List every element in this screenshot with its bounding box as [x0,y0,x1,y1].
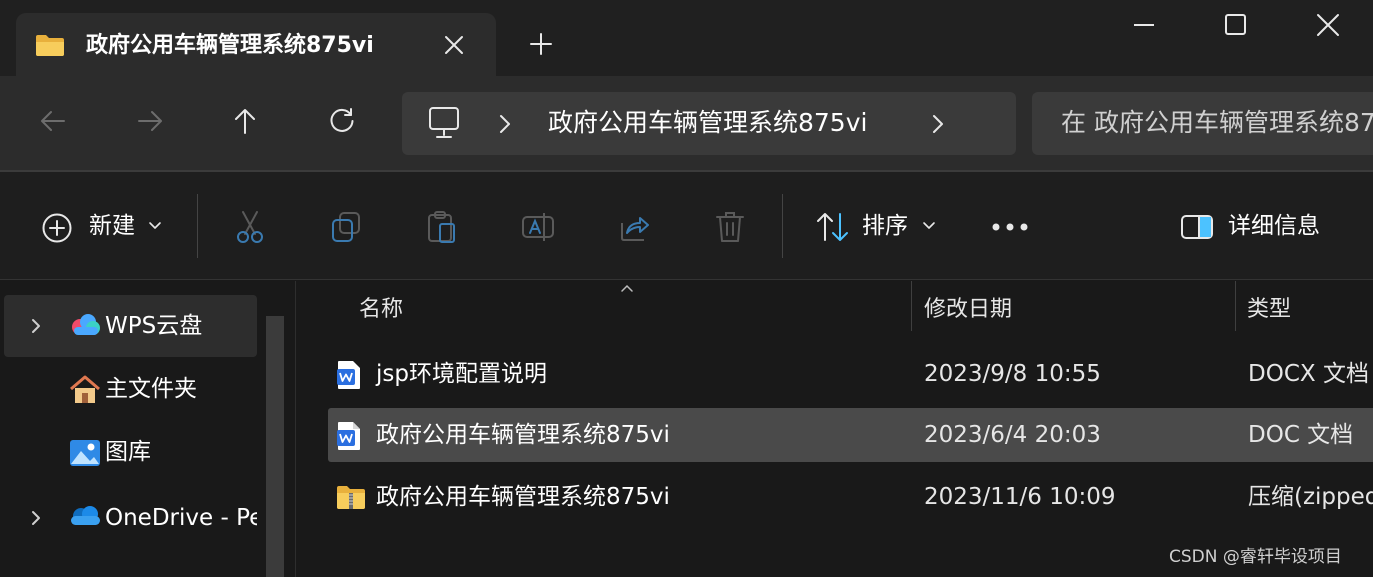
file-name: 政府公用车辆管理系统875vi [376,484,670,510]
expand-chevron-icon[interactable] [29,317,43,335]
new-button[interactable]: 新建 [89,210,135,242]
chevron-right-icon[interactable] [930,113,946,135]
sidebar-item-gallery[interactable]: 图库 [4,421,257,483]
cut-icon[interactable] [234,210,266,244]
sidebar-item-label: 图库 [105,439,151,465]
sidebar-item-onedrive[interactable]: OneDrive - Personal [4,487,257,549]
search-input[interactable]: 在 政府公用车辆管理系统875vi 中搜索 [1032,92,1373,155]
docx-icon [336,360,362,390]
doc-icon [336,421,362,451]
wps-cloud-icon [68,312,102,338]
share-icon[interactable] [618,210,650,244]
table-row[interactable]: 政府公用车辆管理系统875vi 2023/6/4 20:03 DOC 文档 [328,408,1373,462]
sidebar-item-wps-cloud[interactable]: WPS云盘 [4,295,257,357]
rename-icon[interactable] [521,210,555,244]
column-header-name[interactable]: 名称 [359,295,403,325]
chevron-down-icon[interactable] [922,221,936,231]
forward-arrow-icon[interactable] [135,106,165,136]
home-icon [68,375,102,405]
close-window-icon[interactable] [1314,11,1342,39]
sidebar-scrollbar[interactable] [266,316,284,577]
title-bar: 政府公用车辆管理系统875vi [0,0,1373,78]
gallery-icon [68,438,102,468]
more-options-icon[interactable] [991,222,1029,232]
file-date: 2023/11/6 10:09 [924,484,1116,510]
file-date: 2023/6/4 20:03 [924,422,1101,448]
column-divider[interactable] [911,281,912,331]
computer-icon [428,106,460,140]
onedrive-icon [68,504,102,528]
sort-button[interactable]: 排序 [862,210,908,242]
column-divider[interactable] [1235,281,1236,331]
paste-icon[interactable] [426,210,458,244]
delete-icon[interactable] [714,210,746,244]
toolbar-separator [782,194,783,258]
up-arrow-icon[interactable] [230,106,260,136]
file-list: 名称 修改日期 类型 jsp环境配置说明 2023/9/8 10:55 DOCX… [297,281,1373,577]
new-tab-icon[interactable] [527,30,555,58]
sidebar-item-label: WPS云盘 [105,313,203,339]
command-bar: 新建 排序 详细信息 [0,172,1373,280]
table-row[interactable]: 政府公用车辆管理系统875vi 2023/11/6 10:09 压缩(zippe… [328,470,1373,524]
column-header-type[interactable]: 类型 [1247,295,1291,325]
copy-icon[interactable] [330,210,362,244]
zip-folder-icon [336,483,366,511]
toolbar-separator [197,194,198,258]
details-button[interactable]: 详细信息 [1228,210,1320,242]
file-type: DOCX 文档 [1248,361,1369,387]
breadcrumb-current-folder[interactable]: 政府公用车辆管理系统875vi [548,107,867,139]
navigation-bar: 政府公用车辆管理系统875vi 在 政府公用车辆管理系统875vi 中搜索 [0,76,1373,172]
sort-ascending-icon [620,283,634,293]
address-bar[interactable]: 政府公用车辆管理系统875vi [402,92,1016,155]
column-header-date-modified[interactable]: 修改日期 [924,295,1012,325]
file-date: 2023/9/8 10:55 [924,361,1101,387]
file-name: jsp环境配置说明 [376,361,547,387]
chevron-down-icon[interactable] [148,221,162,231]
watermark: CSDN @睿轩毕设项目 [1169,547,1342,567]
refresh-icon[interactable] [327,106,357,136]
file-type: DOC 文档 [1248,422,1354,448]
chevron-right-icon[interactable] [497,113,513,135]
file-type: 压缩(zipped)文件夹 [1248,484,1373,510]
folder-icon [35,33,65,57]
search-placeholder: 在 政府公用车辆管理系统875vi 中搜索 [1061,108,1373,137]
new-plus-icon[interactable] [41,212,73,244]
tab-title: 政府公用车辆管理系统875vi [86,33,374,58]
table-row[interactable]: jsp环境配置说明 2023/9/8 10:55 DOCX 文档 [328,347,1373,401]
sidebar-item-home[interactable]: 主文件夹 [4,358,257,420]
sidebar-item-label: OneDrive - Personal [105,505,257,531]
minimize-icon[interactable] [1130,11,1158,39]
file-name: 政府公用车辆管理系统875vi [376,422,670,448]
maximize-icon[interactable] [1222,11,1250,39]
sort-icon[interactable] [815,210,851,244]
active-tab[interactable]: 政府公用车辆管理系统875vi [16,13,496,78]
expand-chevron-icon[interactable] [29,509,43,527]
details-pane-icon[interactable] [1180,214,1214,240]
navigation-pane: WPS云盘 主文件夹 图库 OneDrive - Personal [0,281,296,577]
back-arrow-icon[interactable] [38,106,68,136]
close-tab-icon[interactable] [440,31,468,59]
sidebar-item-label: 主文件夹 [105,376,197,402]
